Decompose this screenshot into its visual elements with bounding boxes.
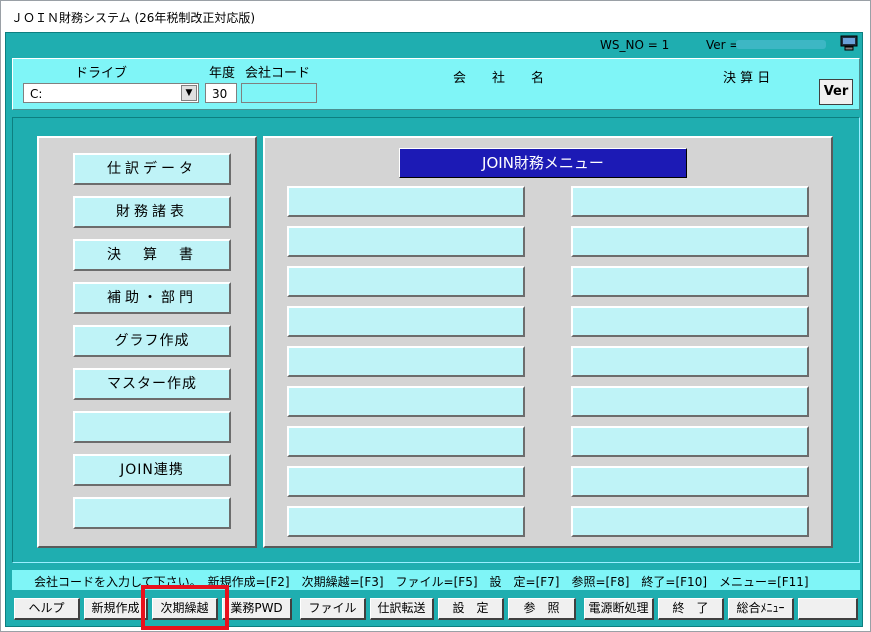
closing-date-label: 決 算 日: [723, 71, 771, 86]
status-bar: 会社コードを入力して下さい。 新規作成=[F2] 次期繰越=[F3] ファイル=…: [12, 570, 860, 590]
reference-button[interactable]: 参 照: [508, 598, 576, 620]
year-label: 年度: [209, 66, 236, 81]
menu-area: 仕訳データ 財務諸表 決 算 書 補助・部門 グラフ作成 マスター作成 JOIN…: [12, 117, 860, 563]
year-field[interactable]: 30: [205, 83, 237, 103]
info-row: WS_NO = 1 Ver =: [6, 33, 862, 55]
menu-slot-left-4[interactable]: [287, 306, 525, 337]
drive-label: ドライブ: [75, 66, 128, 81]
menu-slot-left-2[interactable]: [287, 226, 525, 257]
journal-transfer-button[interactable]: 仕訳転送: [370, 598, 434, 620]
left-menu-panel: 仕訳データ 財務諸表 決 算 書 補助・部門 グラフ作成 マスター作成 JOIN…: [37, 136, 257, 548]
drive-select[interactable]: C: ▼: [23, 83, 199, 103]
status-message: 会社コードを入力して下さい。 新規作成=[F2] 次期繰越=[F3] ファイル=…: [34, 575, 809, 589]
business-pwd-button[interactable]: 業務PWD: [222, 598, 292, 620]
help-button[interactable]: ヘルプ: [14, 598, 80, 620]
main-client: WS_NO = 1 Ver = ドライブ C: ▼ 年度 30 会社コード 会 …: [5, 32, 863, 627]
menu-slot-right-3[interactable]: [571, 266, 809, 297]
menu-slot-right-5[interactable]: [571, 346, 809, 377]
join-menu-title: JOIN財務メニュー: [399, 148, 687, 178]
menu-slot-right-9[interactable]: [571, 506, 809, 537]
ver-label: Ver =: [706, 38, 740, 52]
join-link-button[interactable]: JOIN連携: [73, 454, 231, 486]
menu-slot-right-4[interactable]: [571, 306, 809, 337]
general-menu-button[interactable]: 総合ﾒﾆｭｰ: [728, 598, 794, 620]
chevron-down-icon[interactable]: ▼: [181, 85, 197, 101]
journal-data-button[interactable]: 仕訳データ: [73, 153, 231, 185]
menu-slot-left-1[interactable]: [287, 186, 525, 217]
menu-slot-right-8[interactable]: [571, 466, 809, 497]
menu-slot-left-3[interactable]: [287, 266, 525, 297]
version-value-redacted: [736, 40, 826, 49]
new-create-button[interactable]: 新規作成: [84, 598, 148, 620]
graph-creation-button[interactable]: グラフ作成: [73, 325, 231, 357]
join-menu-panel: JOIN財務メニュー: [263, 136, 833, 548]
menu-slot-right-2[interactable]: [571, 226, 809, 257]
header-panel: ドライブ C: ▼ 年度 30 会社コード 会 社 名 決 算 日 Ver: [12, 58, 860, 110]
empty-menu-button-2[interactable]: [73, 497, 231, 529]
ws-no: WS_NO = 1: [600, 38, 670, 52]
file-button[interactable]: ファイル: [300, 598, 366, 620]
settings-button[interactable]: 設 定: [438, 598, 504, 620]
carry-forward-button[interactable]: 次期繰越: [152, 598, 218, 620]
company-code-label: 会社コード: [245, 66, 311, 81]
title-bar: ＪＯＩＮ財務システム (26年税制改正対応版): [1, 1, 870, 31]
monitor-icon[interactable]: [840, 35, 858, 51]
year-value: 30: [212, 87, 228, 101]
menu-slot-right-6[interactable]: [571, 386, 809, 417]
window-title: ＪＯＩＮ財務システム (26年税制改正対応版): [11, 11, 256, 25]
company-code-field[interactable]: [241, 83, 317, 103]
menu-slot-left-8[interactable]: [287, 466, 525, 497]
exit-button[interactable]: 終 了: [658, 598, 724, 620]
closing-report-button[interactable]: 決 算 書: [73, 239, 231, 271]
function-key-bar: ヘルプ 新規作成 次期繰越 業務PWD ファイル 仕訳転送 設 定 参 照 電源…: [12, 596, 860, 622]
ver-button[interactable]: Ver: [819, 79, 853, 105]
company-name-label: 会 社 名: [453, 71, 545, 86]
app-window: ＪＯＩＮ財務システム (26年税制改正対応版) WS_NO = 1 Ver = …: [0, 0, 871, 632]
power-off-button[interactable]: 電源断処理: [584, 598, 654, 620]
drive-value: C:: [30, 87, 43, 101]
master-creation-button[interactable]: マスター作成: [73, 368, 231, 400]
empty-function-button[interactable]: [798, 598, 858, 620]
auxiliary-department-button[interactable]: 補助・部門: [73, 282, 231, 314]
financial-statements-button[interactable]: 財務諸表: [73, 196, 231, 228]
menu-slot-left-6[interactable]: [287, 386, 525, 417]
menu-slot-left-5[interactable]: [287, 346, 525, 377]
menu-slot-left-7[interactable]: [287, 426, 525, 457]
menu-slot-right-1[interactable]: [571, 186, 809, 217]
menu-slot-left-9[interactable]: [287, 506, 525, 537]
empty-menu-button-1[interactable]: [73, 411, 231, 443]
menu-slot-right-7[interactable]: [571, 426, 809, 457]
